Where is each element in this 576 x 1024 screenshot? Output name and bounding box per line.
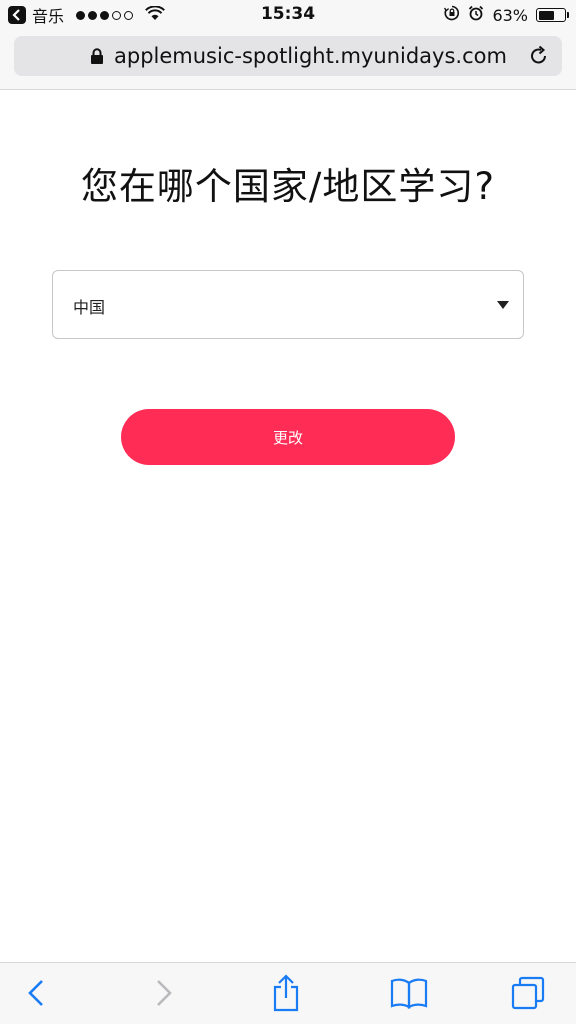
status-right: 63% [444, 4, 569, 26]
browser-address-area: applemusic-spotlight.myunidays.com [0, 30, 576, 90]
forward-button[interactable] [144, 975, 184, 1015]
battery-fill [538, 10, 555, 20]
forward-icon [155, 978, 173, 1012]
orientation-lock-icon [444, 5, 460, 25]
share-icon [271, 974, 301, 1016]
share-button[interactable] [266, 974, 306, 1016]
page-title: 您在哪个国家/地区学习? [80, 165, 496, 208]
back-button[interactable] [16, 975, 56, 1015]
alarm-icon [468, 5, 484, 25]
back-icon [27, 978, 45, 1012]
bookmarks-icon [390, 977, 428, 1013]
browser-toolbar [0, 962, 576, 1024]
change-button[interactable]: 更改 [121, 409, 455, 465]
tabs-button[interactable] [508, 975, 548, 1015]
bookmarks-button[interactable] [389, 975, 429, 1015]
battery-percent: 63% [492, 5, 528, 25]
lock-icon [90, 48, 104, 69]
country-select-value: 中国 [73, 298, 106, 317]
address-bar[interactable]: applemusic-spotlight.myunidays.com [14, 36, 562, 76]
battery-icon [536, 8, 569, 22]
chevron-down-icon [497, 301, 509, 309]
country-select[interactable]: 中国 [52, 270, 524, 339]
url-text[interactable]: applemusic-spotlight.myunidays.com [114, 44, 507, 68]
reload-icon[interactable] [528, 45, 550, 71]
status-bar: 音乐 15:34 63% [0, 0, 576, 30]
tabs-icon [511, 976, 545, 1014]
